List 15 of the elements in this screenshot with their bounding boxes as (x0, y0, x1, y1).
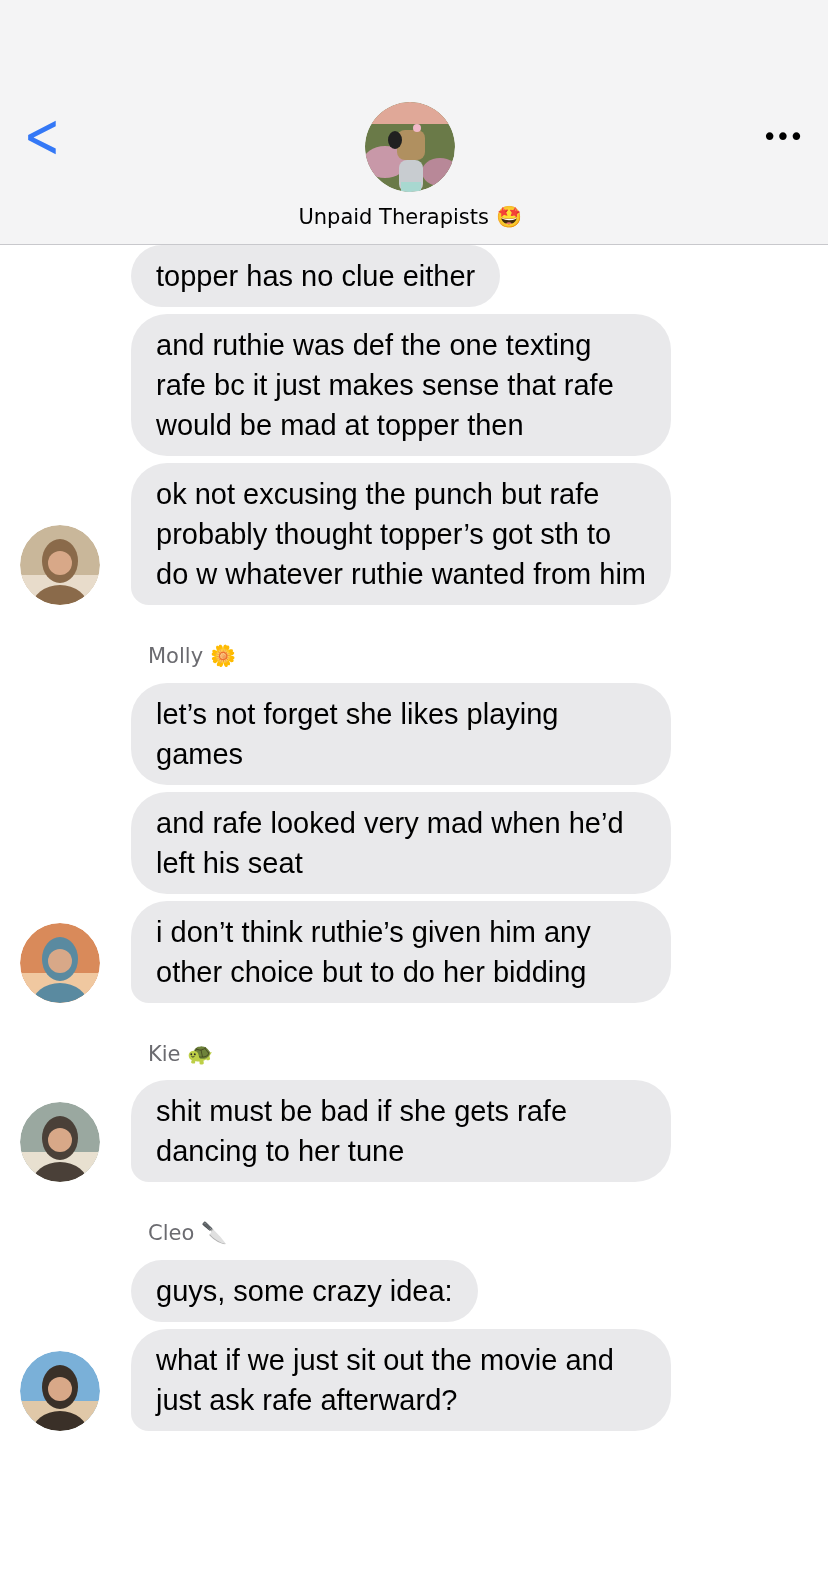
group-title[interactable]: Unpaid Therapists 🤩 (298, 202, 522, 234)
message-bubble: let’s not forget she likes playing games (131, 682, 671, 785)
message-bubble: topper has no clue either (131, 245, 501, 307)
more-button[interactable]: ••• (758, 124, 806, 150)
message-bubble: guys, some crazy idea: (131, 1259, 478, 1322)
message-bubble: what if we just sit out the movie and just ask rafe afterward? (131, 1328, 671, 1431)
sender-name: Kie 🐢 (148, 1040, 215, 1068)
message-bubble: i don’t think ruthie’s given him any other choice but to do her bidding (131, 900, 671, 1003)
back-button[interactable]: < (22, 105, 62, 167)
message-bubble: and rafe looked very mad when he’d left his seat (131, 791, 671, 894)
sender-name: Cleo 🔪 (148, 1220, 228, 1247)
message-bubble: ok not excusing the punch but rafe probably thought topper’s got sth to do w whatever ruthie wanted from him (131, 463, 671, 605)
message-bubble: and ruthie was def the one texting rafe bc it just makes sense that rafe would be mad at topper then (131, 314, 671, 456)
message-bubble: shit must be bad if she gets rafe dancing to her tune (131, 1080, 671, 1182)
sender-name: Molly 🌼 (148, 643, 237, 670)
